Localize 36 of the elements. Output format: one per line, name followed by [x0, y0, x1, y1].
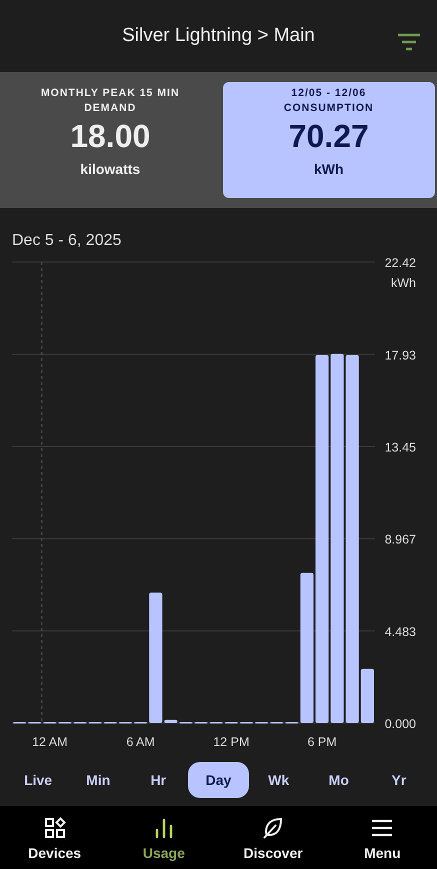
y-axis-label: 0.000: [384, 717, 416, 731]
filter-icon[interactable]: [397, 32, 421, 52]
summary-card[interactable]: 12/05 - 12/06 CONSUMPTION 70.27 kWh: [222, 82, 435, 198]
x-axis-label: 12 AM: [32, 735, 68, 749]
screen-title: Silver Lightning > Main: [122, 25, 315, 47]
card-label: MONTHLY PEAK 15 MIN DEMAND: [40, 86, 181, 116]
x-axis-label: 12 PM: [213, 735, 250, 749]
summary-card[interactable]: MONTHLY PEAK 15 MIN DEMAND 18.00 kilowatts: [4, 82, 216, 198]
card-unit: kilowatts: [80, 161, 140, 177]
nav-tab[interactable]: Discover: [223, 806, 324, 869]
period-tab[interactable]: Min: [68, 762, 128, 798]
y-axis-unit: kWh: [391, 276, 416, 290]
period-tab[interactable]: Hr: [128, 762, 188, 798]
nav-tab[interactable]: Devices: [4, 806, 105, 869]
card-value: 18.00: [70, 118, 150, 155]
period-tab[interactable]: Yr: [368, 762, 429, 798]
card-value: 70.27: [288, 118, 369, 155]
x-axis-label: 6 PM: [307, 735, 337, 749]
y-axis-label: 17.93: [384, 348, 416, 362]
chart-bar: [360, 668, 374, 723]
chart-bar: [164, 720, 178, 723]
y-axis-label: 4.483: [384, 624, 416, 639]
card-unit: kWh: [314, 161, 344, 177]
date-range: Dec 5 - 6, 2025: [11, 231, 122, 251]
period-tab[interactable]: Day: [188, 762, 249, 798]
period-tab[interactable]: Wk: [248, 762, 309, 798]
period-tab[interactable]: Mo: [308, 762, 369, 798]
card-label: 12/05 - 12/06 CONSUMPTION: [282, 86, 375, 116]
y-axis-label: 13.45: [384, 440, 416, 454]
nav-tab[interactable]: Menu: [332, 806, 432, 869]
period-tab[interactable]: Live: [8, 762, 68, 798]
x-axis-label: 6 AM: [126, 735, 155, 749]
y-axis-label: 22.42: [384, 256, 416, 270]
grid-icon: [42, 816, 67, 840]
nav-tab[interactable]: Usage: [114, 806, 214, 869]
y-axis-label: 8.967: [384, 532, 416, 547]
